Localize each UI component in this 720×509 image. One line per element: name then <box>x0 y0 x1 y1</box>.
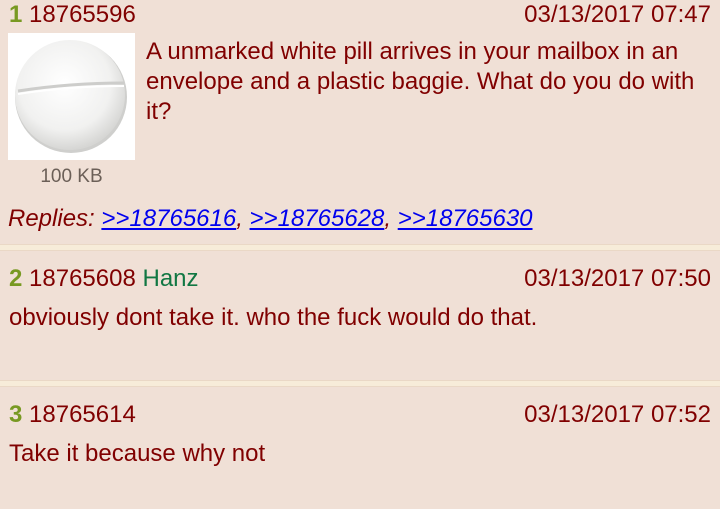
post-date: 03/13/2017 07:50 <box>524 265 711 292</box>
post-2: 2 18765608 Hanz 03/13/2017 07:50 obvious… <box>0 251 720 380</box>
post-id[interactable]: 18765608 <box>29 265 136 292</box>
white-pill-image <box>15 40 127 153</box>
poster-name: Hanz <box>142 265 199 292</box>
post-1: 1 18765596 03/13/2017 07:47 100 KB A unm… <box>0 0 720 244</box>
post-separator <box>0 380 720 387</box>
post-header: 3 18765614 <box>9 401 136 429</box>
post-thumbnail[interactable] <box>8 33 135 160</box>
post-3: 3 18765614 03/13/2017 07:52 Take it beca… <box>0 387 720 509</box>
file-size: 100 KB <box>40 166 103 187</box>
replies-row: Replies: >>18765616, >>18765628, >>18765… <box>8 205 533 232</box>
replies-label: Replies: <box>8 205 95 232</box>
reply-link[interactable]: >>18765628 <box>250 205 385 232</box>
post-id[interactable]: 18765614 <box>29 401 136 428</box>
post-index: 1 <box>9 1 23 28</box>
post-body: Take it because why not <box>9 440 266 467</box>
post-body: obviously dont take it. who the fuck wou… <box>9 304 538 331</box>
post-date: 03/13/2017 07:52 <box>524 401 711 428</box>
post-index: 3 <box>9 401 23 428</box>
reply-link[interactable]: >>18765616 <box>101 205 236 232</box>
post-id[interactable]: 18765596 <box>29 1 136 28</box>
post-index: 2 <box>9 265 23 292</box>
post-header: 1 18765596 <box>9 1 136 29</box>
post-separator <box>0 244 720 251</box>
reply-link[interactable]: >>18765630 <box>398 205 533 232</box>
post-header: 2 18765608 Hanz <box>9 265 199 293</box>
post-body: A unmarked white pill arrives in your ma… <box>146 38 695 125</box>
post-date: 03/13/2017 07:47 <box>524 1 711 28</box>
